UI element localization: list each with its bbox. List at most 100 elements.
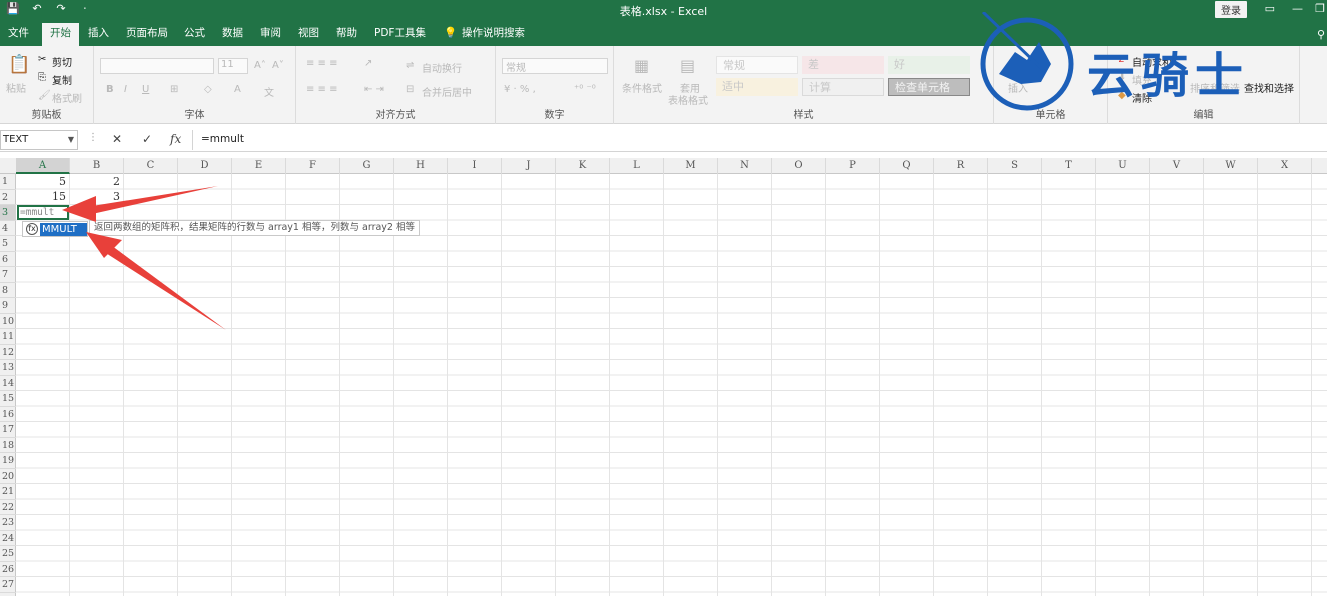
align-top-icon[interactable]: ≡ ≡ ≡ <box>306 58 338 69</box>
column-header-o[interactable]: O <box>772 158 826 174</box>
column-header-c[interactable]: C <box>124 158 178 174</box>
column-header-v[interactable]: V <box>1150 158 1204 174</box>
row-header-4[interactable]: 4 <box>0 221 16 236</box>
active-cell-A3[interactable]: =mmult <box>17 205 69 220</box>
column-header-t[interactable]: T <box>1042 158 1096 174</box>
row-header-20[interactable]: 20 <box>0 469 16 484</box>
tab-insert[interactable]: 插入 <box>84 25 113 46</box>
shrink-font-icon[interactable]: A˅ <box>272 60 284 71</box>
row-header-18[interactable]: 18 <box>0 438 16 453</box>
font-color-icon[interactable]: A <box>234 84 241 95</box>
column-header-d[interactable]: D <box>178 158 232 174</box>
align-left-icon[interactable]: ≡ ≡ ≡ <box>306 84 338 95</box>
row-header-2[interactable]: 2 <box>0 190 16 205</box>
row-header-5[interactable]: 5 <box>0 236 16 252</box>
row-header-26[interactable]: 26 <box>0 562 16 577</box>
column-header-h[interactable]: H <box>394 158 448 174</box>
style-good[interactable]: 好 <box>888 56 970 74</box>
row-header-9[interactable]: 9 <box>0 298 16 314</box>
number-format-select[interactable]: 常规 <box>502 58 608 74</box>
cut-button[interactable]: 剪切 <box>52 54 72 69</box>
copy-button[interactable]: 复制 <box>52 72 72 87</box>
row-header-3[interactable]: 3 <box>0 205 16 221</box>
row-header-16[interactable]: 16 <box>0 407 16 422</box>
column-header-k[interactable]: K <box>556 158 610 174</box>
row-header-24[interactable]: 24 <box>0 531 16 546</box>
cell-B1[interactable]: 2 <box>70 175 120 188</box>
formula-input[interactable]: =mmult <box>192 130 1327 150</box>
tab-help[interactable]: 帮助 <box>332 25 361 46</box>
tab-data[interactable]: 数据 <box>218 25 247 46</box>
row-header-11[interactable]: 11 <box>0 329 16 345</box>
cell-B2[interactable]: 3 <box>70 190 120 203</box>
style-neutral[interactable]: 适中 <box>716 78 798 96</box>
tab-file[interactable]: 文件 <box>4 25 33 46</box>
phonetic-icon[interactable]: 文 <box>264 84 274 99</box>
font-name-select[interactable] <box>100 58 214 74</box>
tab-home[interactable]: 开始 <box>42 23 79 46</box>
column-header-q[interactable]: Q <box>880 158 934 174</box>
column-header-b[interactable]: B <box>70 158 124 174</box>
cut-icon[interactable]: ✂ <box>38 54 46 65</box>
grow-font-icon[interactable]: A˄ <box>254 60 266 71</box>
column-header-u[interactable]: U <box>1096 158 1150 174</box>
wrap-text-icon[interactable]: ⇌ <box>406 60 414 71</box>
column-header-n[interactable]: N <box>718 158 772 174</box>
enter-icon[interactable]: ✓ <box>142 132 152 146</box>
copy-icon[interactable]: ⎘ <box>38 72 46 83</box>
cell-A1[interactable]: 5 <box>16 175 66 188</box>
tab-view[interactable]: 视图 <box>294 25 323 46</box>
tab-review[interactable]: 审阅 <box>256 25 285 46</box>
row-header-27[interactable]: 27 <box>0 577 16 593</box>
bold-button[interactable]: B <box>106 84 114 95</box>
border-icon[interactable]: ⊞ <box>170 84 178 95</box>
orientation-icon[interactable]: ↗ <box>364 58 372 69</box>
share-icon[interactable]: ⚲ <box>1317 28 1325 41</box>
font-size-select[interactable]: 11 <box>218 58 248 74</box>
table-format-icon[interactable]: ▤ <box>680 56 695 75</box>
column-header-r[interactable]: R <box>934 158 988 174</box>
merge-center-button[interactable]: 合并后居中 <box>422 84 472 99</box>
row-header-14[interactable]: 14 <box>0 376 16 391</box>
format-painter-icon[interactable]: 🖌 <box>38 90 51 101</box>
cell-A2[interactable]: 15 <box>16 190 66 203</box>
column-header-e[interactable]: E <box>232 158 286 174</box>
italic-button[interactable]: I <box>124 84 127 95</box>
decimal-icon[interactable]: ⁺⁰ ⁻⁰ <box>574 84 596 95</box>
tell-me-search[interactable]: 操作说明搜索 <box>458 25 529 46</box>
style-check-cell[interactable]: 检查单元格 <box>888 78 970 96</box>
row-header-8[interactable]: 8 <box>0 283 16 298</box>
name-box[interactable]: TEXT ▼ <box>0 130 78 150</box>
paste-icon[interactable]: 📋 <box>8 54 30 75</box>
restore-icon[interactable]: ❐ <box>1315 2 1325 15</box>
insert-function-icon[interactable]: fx <box>170 132 181 146</box>
format-painter-button[interactable]: 格式刷 <box>52 90 82 105</box>
column-header-l[interactable]: L <box>610 158 664 174</box>
row-header-23[interactable]: 23 <box>0 515 16 531</box>
conditional-format-icon[interactable]: ▦ <box>634 56 649 75</box>
column-header-p[interactable]: P <box>826 158 880 174</box>
row-header-17[interactable]: 17 <box>0 422 16 438</box>
merge-icon[interactable]: ⊟ <box>406 84 414 95</box>
indent-icon[interactable]: ⇤ ⇥ <box>364 84 384 95</box>
column-header-f[interactable]: F <box>286 158 340 174</box>
style-calculation[interactable]: 计算 <box>802 78 884 96</box>
column-header-i[interactable]: I <box>448 158 502 174</box>
row-header-6[interactable]: 6 <box>0 252 16 267</box>
table-format-button-line2[interactable]: 表格格式 <box>668 92 708 107</box>
row-header-1[interactable]: 1 <box>0 174 16 190</box>
column-header-w[interactable]: W <box>1204 158 1258 174</box>
name-box-dropdown-icon[interactable]: ▼ <box>68 131 74 149</box>
tab-pdf-tools[interactable]: PDF工具集 <box>370 25 430 46</box>
row-header-7[interactable]: 7 <box>0 267 16 283</box>
column-header-j[interactable]: J <box>502 158 556 174</box>
currency-icon[interactable]: ¥ · % , <box>504 84 536 95</box>
column-header-x[interactable]: X <box>1258 158 1312 174</box>
style-bad[interactable]: 差 <box>802 56 884 74</box>
column-header-m[interactable]: M <box>664 158 718 174</box>
wrap-text-button[interactable]: 自动换行 <box>422 60 462 75</box>
row-header-10[interactable]: 10 <box>0 314 16 329</box>
row-header-15[interactable]: 15 <box>0 391 16 407</box>
row-header-13[interactable]: 13 <box>0 360 16 376</box>
fill-color-icon[interactable]: ◇ <box>204 84 212 95</box>
